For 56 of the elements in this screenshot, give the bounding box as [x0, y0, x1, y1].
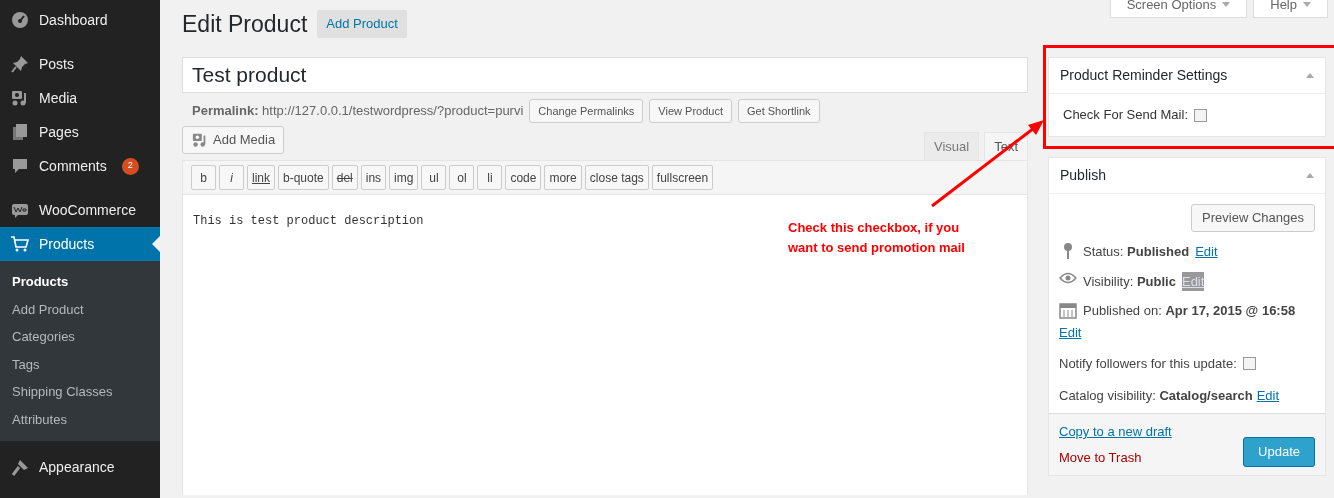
copy-draft-link[interactable]: Copy to a new draft: [1059, 422, 1172, 442]
quicktag-button[interactable]: ol: [449, 165, 475, 190]
quicktag-button[interactable]: link: [247, 165, 275, 190]
editor-text: This is test product description: [193, 214, 424, 228]
visibility-text: Visibility: Public: [1083, 272, 1176, 291]
submenu-item[interactable]: Tags: [0, 350, 160, 379]
quicktag-button[interactable]: fullscreen: [651, 165, 714, 190]
catalog-visibility-text: Catalog visibility: Catalog/search: [1059, 386, 1253, 405]
count-badge: 2: [121, 157, 139, 175]
quicktag-button[interactable]: ins: [360, 165, 387, 190]
quicktag-button[interactable]: li: [477, 165, 503, 190]
submenu-item[interactable]: Attributes: [0, 405, 160, 434]
menu-item[interactable]: WooCommerce: [0, 193, 160, 227]
quicktag-button[interactable]: b-quote: [278, 165, 329, 190]
quicktag-button[interactable]: more: [544, 165, 582, 190]
permalink-button[interactable]: View Product: [649, 99, 732, 123]
preview-changes-button[interactable]: Preview Changes: [1191, 204, 1315, 232]
quicktag-button[interactable]: del: [331, 165, 358, 190]
menu-item[interactable]: Posts: [0, 47, 160, 81]
submenu-item[interactable]: Shipping Classes: [0, 378, 160, 406]
permalink-button[interactable]: Change Permalinks: [529, 99, 644, 123]
annotation-note: Check this checkbox, if you want to send promotion mail: [788, 219, 965, 257]
editor-tab[interactable]: Visual: [923, 132, 980, 160]
published-date-text: Published on: Apr 17, 2015 @ 16:58: [1083, 302, 1296, 320]
title-field[interactable]: Test product: [182, 57, 1028, 93]
quicktag-button[interactable]: img: [389, 165, 419, 190]
panel-title: Product Reminder Settings: [1060, 66, 1228, 85]
quicktag-button[interactable]: close tags: [584, 165, 649, 190]
edit-link[interactable]: Edit: [1059, 322, 1082, 342]
menu-item[interactable]: Media: [0, 81, 160, 115]
status-text: Status: Published: [1083, 243, 1190, 261]
permalink-button[interactable]: Get Shortlink: [737, 99, 820, 123]
menu-item[interactable]: Appearance: [0, 450, 160, 485]
menu-item[interactable]: Pages: [0, 115, 160, 149]
submenu-item[interactable]: Categories: [0, 323, 160, 351]
quicktag-button[interactable]: ul: [421, 165, 447, 190]
submenu-item[interactable]: Add Product: [0, 295, 160, 324]
menu-item[interactable]: Dashboard: [0, 3, 160, 37]
screen-meta-tab[interactable]: Screen Options: [1109, 0, 1248, 18]
trash-link[interactable]: Move to Trash: [1059, 447, 1172, 467]
page-title: Edit Product: [182, 9, 308, 39]
field-label: Notify followers for this update:: [1059, 355, 1237, 373]
menu-item[interactable]: Comments 2: [0, 149, 160, 183]
panel-title: Publish: [1060, 166, 1106, 185]
quicktag-button[interactable]: i: [219, 165, 244, 190]
quicktag-button[interactable]: b: [191, 165, 216, 190]
permalink-text: Permalink: http://127.0.0.1/testwordpress/?product=purvi: [192, 102, 524, 121]
edit-link[interactable]: Edit: [1195, 242, 1218, 262]
field-label: Check For Send Mail:: [1063, 106, 1188, 125]
submenu-item[interactable]: Products: [0, 268, 160, 296]
add-product-button[interactable]: Add Product: [317, 10, 407, 38]
quicktag-button[interactable]: code: [505, 165, 542, 190]
add-media-button[interactable]: Add Media: [182, 126, 285, 154]
screen-meta-tab[interactable]: Help: [1253, 0, 1328, 18]
edit-link[interactable]: Edit: [1256, 385, 1280, 405]
menu-item[interactable]: Products: [0, 227, 160, 261]
